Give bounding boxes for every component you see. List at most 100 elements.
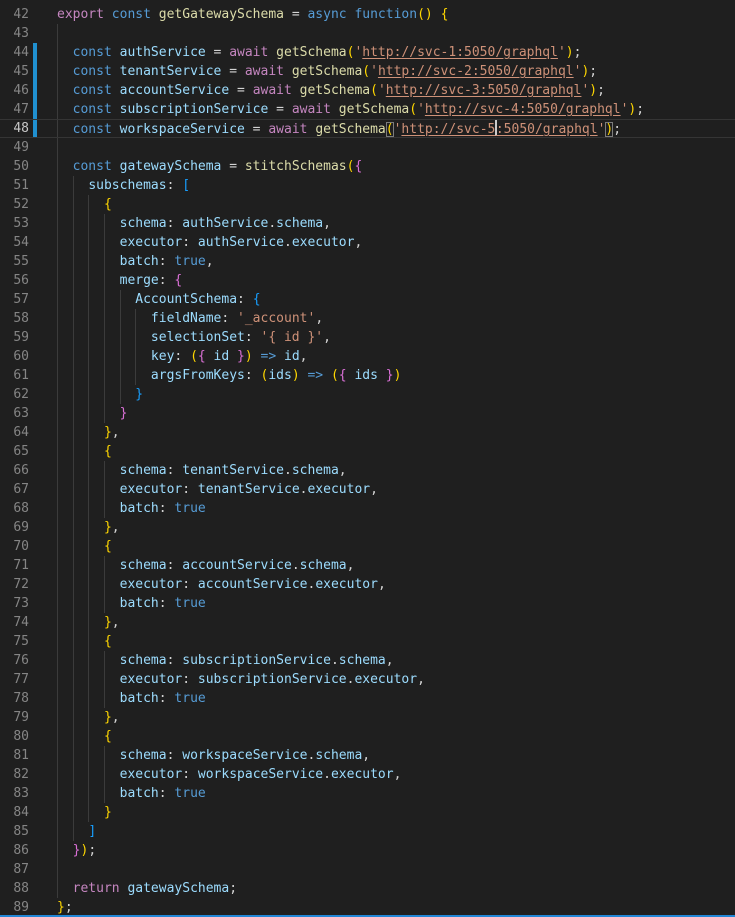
code-line[interactable]: 72 executor: accountService.executor, [0,575,735,594]
line-number[interactable]: 77 [0,670,29,689]
line-number[interactable]: 72 [0,575,29,594]
line-number[interactable]: 49 [0,138,29,157]
code-line[interactable]: 58 fieldName: '_account', [0,309,735,328]
line-number[interactable]: 82 [0,765,29,784]
code-token [57,482,120,497]
line-number[interactable]: 85 [0,822,29,841]
line-number[interactable]: 74 [0,613,29,632]
line-number[interactable]: 78 [0,689,29,708]
code-line[interactable]: 87 [0,860,735,879]
line-number[interactable]: 42 [0,5,29,24]
code-line[interactable]: 65 { [0,442,735,461]
code-line[interactable]: 79 }, [0,708,735,727]
code-line[interactable]: 56 merge: { [0,271,735,290]
code-line[interactable]: 69 }, [0,518,735,537]
line-number[interactable]: 51 [0,176,29,195]
line-number[interactable]: 81 [0,746,29,765]
code-line[interactable]: 83 batch: true [0,784,735,803]
code-line[interactable]: 45 const tenantService = await getSchema… [0,62,735,81]
code-line[interactable]: 49 [0,138,735,157]
code-line[interactable]: 74 }, [0,613,735,632]
line-number[interactable]: 86 [0,841,29,860]
code-token [112,45,120,60]
line-number[interactable]: 53 [0,214,29,233]
line-number[interactable]: 84 [0,803,29,822]
code-line[interactable]: 70 { [0,537,735,556]
line-number[interactable]: 64 [0,423,29,442]
code-line[interactable]: 71 schema: accountService.schema, [0,556,735,575]
code-editor[interactable]: 42export const getGatewaySchema = async … [0,0,735,917]
code-line[interactable]: 61 argsFromKeys: (ids) => ({ ids }) [0,366,735,385]
line-number[interactable]: 76 [0,651,29,670]
code-line[interactable]: 73 batch: true [0,594,735,613]
line-number[interactable]: 62 [0,385,29,404]
line-number[interactable]: 50 [0,157,29,176]
line-number[interactable]: 69 [0,518,29,537]
code-line[interactable]: 53 schema: authService.schema, [0,214,735,233]
code-line[interactable]: 64 }, [0,423,735,442]
line-number[interactable]: 55 [0,252,29,271]
line-number[interactable]: 66 [0,461,29,480]
line-number[interactable]: 45 [0,62,29,81]
line-number[interactable]: 87 [0,860,29,879]
code-line[interactable]: 86 }); [0,841,735,860]
code-line[interactable]: 66 schema: tenantService.schema, [0,461,735,480]
code-line[interactable]: 76 schema: subscriptionService.schema, [0,651,735,670]
code-line[interactable]: 59 selectionSet: '{ id }', [0,328,735,347]
line-number[interactable]: 67 [0,480,29,499]
line-number[interactable]: 44 [0,43,29,62]
code-line[interactable]: 52 { [0,195,735,214]
code-line[interactable]: 57 AccountSchema: { [0,290,735,309]
code-line[interactable]: 84 } [0,803,735,822]
line-number[interactable]: 59 [0,328,29,347]
line-number[interactable]: 65 [0,442,29,461]
code-line[interactable]: 51 subschemas: [ [0,176,735,195]
code-line[interactable]: 75 { [0,632,735,651]
line-number[interactable]: 54 [0,233,29,252]
code-line[interactable]: 88 return gatewaySchema; [0,879,735,898]
code-line[interactable]: 67 executor: tenantService.executor, [0,480,735,499]
code-line[interactable]: 78 batch: true [0,689,735,708]
line-number[interactable]: 58 [0,309,29,328]
line-number[interactable]: 80 [0,727,29,746]
code-line[interactable]: 54 executor: authService.executor, [0,233,735,252]
line-number[interactable]: 56 [0,271,29,290]
line-number[interactable]: 43 [0,24,29,43]
line-number[interactable]: 63 [0,404,29,423]
code-line[interactable]: 82 executor: workspaceService.executor, [0,765,735,784]
line-number[interactable]: 83 [0,784,29,803]
line-number[interactable]: 47 [0,100,29,119]
code-line[interactable]: 68 batch: true [0,499,735,518]
line-number[interactable]: 71 [0,556,29,575]
code-line[interactable]: 55 batch: true, [0,252,735,271]
line-number[interactable]: 52 [0,195,29,214]
code-line[interactable]: 60 key: ({ id }) => id, [0,347,735,366]
line-number[interactable]: 73 [0,594,29,613]
line-number[interactable]: 88 [0,879,29,898]
line-number[interactable]: 75 [0,632,29,651]
line-number[interactable]: 60 [0,347,29,366]
code-token: authService [198,235,284,250]
code-token: accountService [120,83,230,98]
code-line[interactable]: 46 const accountService = await getSchem… [0,81,735,100]
code-token: schema [276,216,323,231]
code-line[interactable]: 44 const authService = await getSchema('… [0,43,735,62]
line-number[interactable]: 48 [0,120,29,137]
code-line[interactable]: 81 schema: workspaceService.schema, [0,746,735,765]
code-line[interactable]: 48 const workspaceService = await getSch… [0,119,735,138]
line-number[interactable]: 61 [0,366,29,385]
code-line[interactable]: 80 { [0,727,735,746]
code-line[interactable]: 62 } [0,385,735,404]
code-line[interactable]: 50 const gatewaySchema = stitchSchemas({ [0,157,735,176]
code-line[interactable]: 47 const subscriptionService = await get… [0,100,735,119]
line-number[interactable]: 57 [0,290,29,309]
code-line[interactable]: 63 } [0,404,735,423]
code-line[interactable]: 43 [0,24,735,43]
line-number[interactable]: 46 [0,81,29,100]
line-number[interactable]: 79 [0,708,29,727]
code-line[interactable]: 85 ] [0,822,735,841]
code-line[interactable]: 42export const getGatewaySchema = async … [0,5,735,24]
line-number[interactable]: 70 [0,537,29,556]
line-number[interactable]: 68 [0,499,29,518]
code-line[interactable]: 77 executor: subscriptionService.executo… [0,670,735,689]
